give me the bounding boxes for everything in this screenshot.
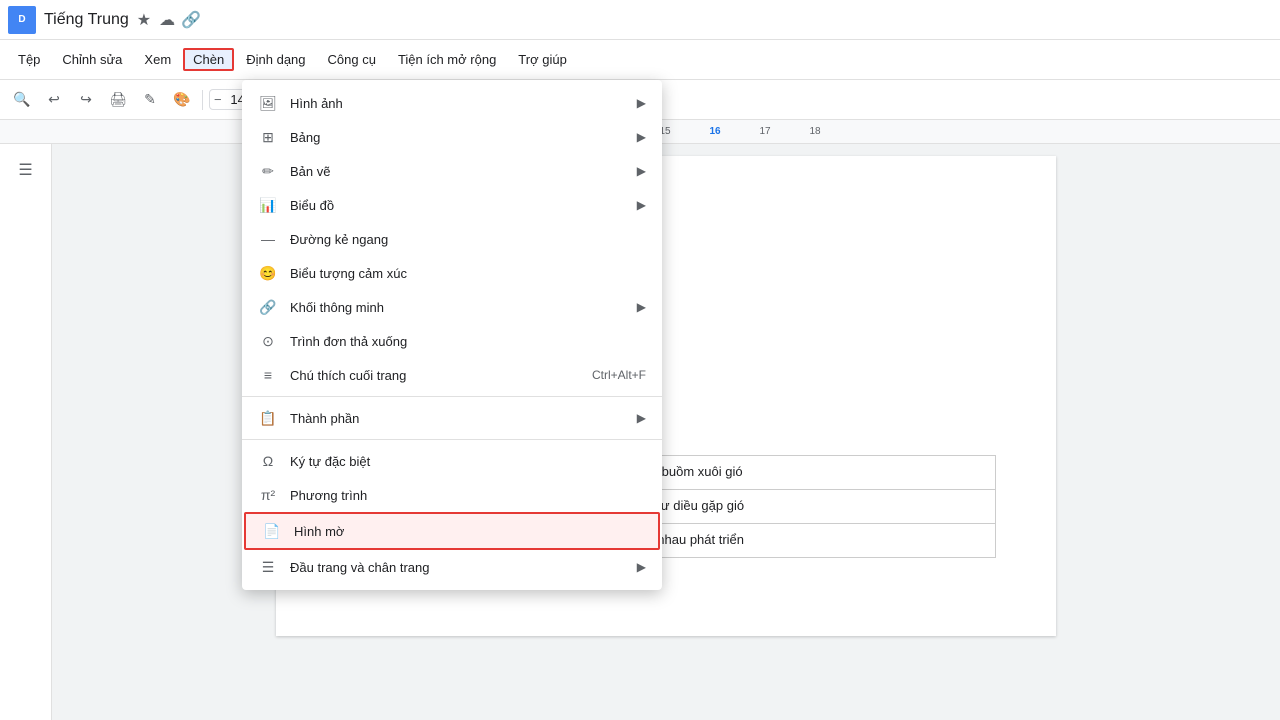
menu-item-bieu-do[interactable]: 📊 Biểu đồ ▶ xyxy=(242,188,662,222)
title-bar: D Tiếng Trung ★ ☁ 🔗 xyxy=(0,0,1280,40)
paint-format-btn[interactable]: 🎨 xyxy=(168,86,196,114)
dropdown-divider-1 xyxy=(242,396,662,397)
undo-btn[interactable]: ↩ xyxy=(40,86,68,114)
line-icon: — xyxy=(258,229,278,249)
menu-item-hinh-mo[interactable]: 📄 Hình mờ xyxy=(244,512,660,550)
doc-area: thì chúng ta có thể ký được rồi. Ông Vươ… xyxy=(52,144,1280,720)
outline-btn[interactable]: ☰ xyxy=(8,152,44,188)
menu-item-label: Đường kẻ ngang xyxy=(290,232,646,247)
table-cell: lên như diều gặp gió xyxy=(613,489,996,523)
menu-chen[interactable]: Chèn xyxy=(183,48,234,71)
redo-btn[interactable]: ↪ xyxy=(72,86,100,114)
menu-item-label: Hình ảnh xyxy=(290,96,625,111)
menu-item-label: Biểu tượng cảm xúc xyxy=(290,266,646,281)
sidebar: ☰ xyxy=(0,144,52,720)
menu-bar: Tệp Chỉnh sửa Xem Chèn Định dạng Công cụ… xyxy=(0,40,1280,80)
menu-item-label: Trình đơn thả xuống xyxy=(290,334,646,349)
cloud-icon: ☁ xyxy=(159,10,175,30)
font-size-minus[interactable]: − xyxy=(214,92,222,107)
menu-item-label: Bảng xyxy=(290,130,625,145)
submenu-arrow: ▶ xyxy=(637,560,646,574)
menu-item-label: Biểu đồ xyxy=(290,198,625,213)
special-char-icon: Ω xyxy=(258,451,278,471)
table-cell: cùng nhau phát triển xyxy=(613,523,996,557)
menu-xem[interactable]: Xem xyxy=(134,48,181,71)
menu-item-label: Phương trình xyxy=(290,488,646,503)
component-icon: 📋 xyxy=(258,408,278,428)
menu-item-hinh-anh[interactable]: 🖼 Hình ảnh ▶ xyxy=(242,86,662,120)
link-icon: 🔗 xyxy=(181,10,201,30)
menu-cong-cu[interactable]: Công cụ xyxy=(318,48,386,71)
smart-block-icon: 🔗 xyxy=(258,297,278,317)
dropdown-icon: ⊙ xyxy=(258,331,278,351)
menu-item-trinh-don[interactable]: ⊙ Trình đơn thả xuống xyxy=(242,324,662,358)
ruler-mark-18: 18 xyxy=(790,126,840,137)
chart-icon: 📊 xyxy=(258,195,278,215)
menu-item-bieu-tuong[interactable]: 😊 Biểu tượng cảm xúc xyxy=(242,256,662,290)
menu-item-duong-ke[interactable]: — Đường kẻ ngang xyxy=(242,222,662,256)
title-bar-icons: ☁ 🔗 xyxy=(159,10,201,30)
menu-dinh-dang[interactable]: Định dạng xyxy=(236,48,315,71)
menu-item-phuong-trinh[interactable]: π² Phương trình xyxy=(242,478,662,512)
search-toolbar-btn[interactable]: 🔍 xyxy=(8,86,36,114)
image-icon: 🖼 xyxy=(258,93,278,113)
menu-tro-giup[interactable]: Trợ giúp xyxy=(508,48,577,71)
menu-item-dau-trang[interactable]: ☰ Đầu trang và chân trang ▶ xyxy=(242,550,662,584)
menu-item-ban-ve[interactable]: ✏ Bản vẽ ▶ xyxy=(242,154,662,188)
menu-item-label: Hình mờ xyxy=(294,524,642,539)
menu-item-thanh-phan[interactable]: 📋 Thành phần ▶ xyxy=(242,401,662,435)
submenu-arrow: ▶ xyxy=(637,96,646,110)
menu-item-label: Bản vẽ xyxy=(290,164,625,179)
emoji-icon: 😊 xyxy=(258,263,278,283)
menu-item-label: Ký tự đặc biệt xyxy=(290,454,646,469)
header-footer-icon: ☰ xyxy=(258,557,278,577)
ruler-mark-16: 16 xyxy=(690,126,740,137)
menu-tep[interactable]: Tệp xyxy=(8,48,50,71)
menu-item-label: Khối thông minh xyxy=(290,300,625,315)
toolbar-divider-1 xyxy=(202,90,203,110)
menu-item-label: Thành phần xyxy=(290,411,625,426)
submenu-arrow: ▶ xyxy=(637,411,646,425)
document-title[interactable]: Tiếng Trung xyxy=(44,11,129,29)
menu-tien-ich[interactable]: Tiện ích mở rộng xyxy=(388,48,506,71)
shortcut-label: Ctrl+Alt+F xyxy=(592,368,646,382)
menu-item-chu-thich[interactable]: ≡ Chú thích cuối trang Ctrl+Alt+F xyxy=(242,358,662,392)
menu-item-bang[interactable]: ⊞ Bảng ▶ xyxy=(242,120,662,154)
submenu-arrow: ▶ xyxy=(637,198,646,212)
footnote-icon: ≡ xyxy=(258,365,278,385)
star-icon[interactable]: ★ xyxy=(137,10,151,30)
print-btn[interactable]: 🖨 xyxy=(104,86,132,114)
table-cell: thuận buồm xuôi gió xyxy=(613,456,996,490)
equation-icon: π² xyxy=(258,485,278,505)
menu-item-label: Chú thích cuối trang xyxy=(290,368,580,383)
menu-item-khoi-thong-minh[interactable]: 🔗 Khối thông minh ▶ xyxy=(242,290,662,324)
draw-icon: ✏ xyxy=(258,161,278,181)
menu-chinh-sua[interactable]: Chỉnh sửa xyxy=(52,48,132,71)
submenu-arrow: ▶ xyxy=(637,300,646,314)
app-logo: D xyxy=(8,6,36,34)
submenu-arrow: ▶ xyxy=(637,130,646,144)
table-icon: ⊞ xyxy=(258,127,278,147)
submenu-arrow: ▶ xyxy=(637,164,646,178)
insert-dropdown-menu: 🖼 Hình ảnh ▶ ⊞ Bảng ▶ ✏ Bản vẽ ▶ 📊 Biểu … xyxy=(242,80,662,590)
ruler-mark-17: 17 xyxy=(740,126,790,137)
watermark-icon: 📄 xyxy=(262,521,282,541)
spell-check-btn[interactable]: ✎ xyxy=(136,86,164,114)
menu-item-label: Đầu trang và chân trang xyxy=(290,560,625,575)
dropdown-divider-2 xyxy=(242,439,662,440)
menu-item-ky-tu[interactable]: Ω Ký tự đặc biệt xyxy=(242,444,662,478)
